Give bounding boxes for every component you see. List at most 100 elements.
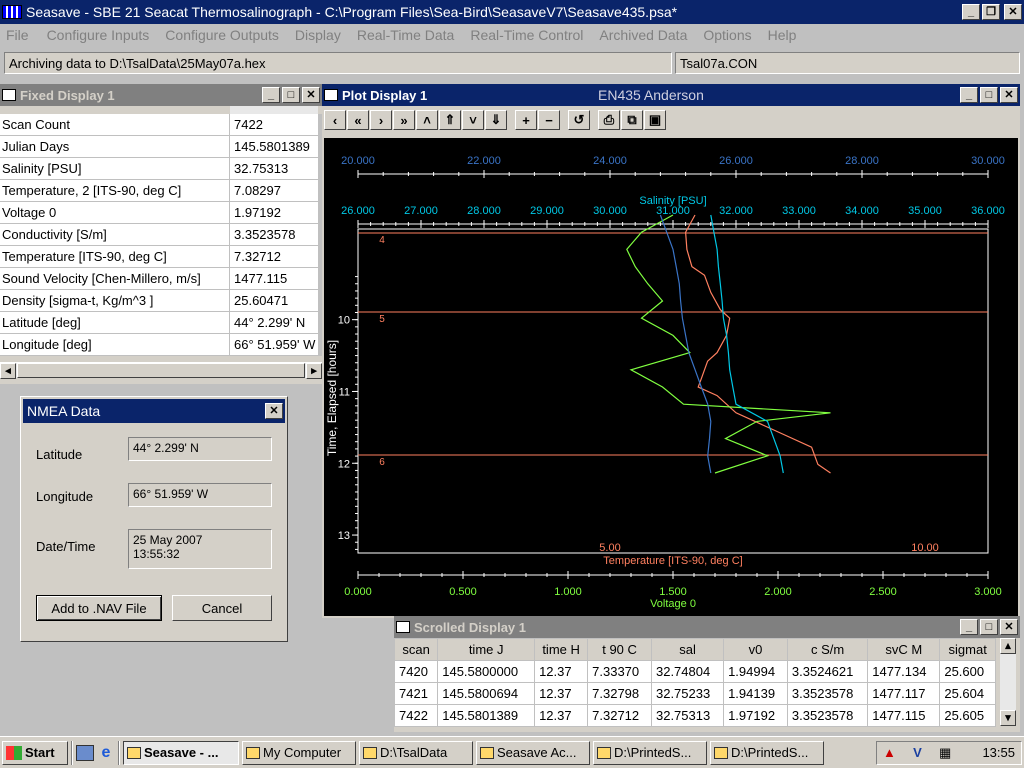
- nmea-dialog: NMEA Data ✕ Latitude 44° 2.299' N Longit…: [20, 396, 288, 642]
- menu-help[interactable]: Help: [768, 27, 797, 43]
- fixed-display-window: Fixed Display 1 _ □ ✕ Scan Count 7422 Juli…: [0, 84, 322, 384]
- horizontal-scrollbar[interactable]: ◂ ▸: [0, 362, 322, 379]
- scroll-left-icon[interactable]: ‹: [324, 110, 346, 130]
- plot-display-window: Plot Display 1 EN435 Anderson _ □ ✕ ‹ « …: [322, 84, 1020, 618]
- menu-file[interactable]: File: [6, 27, 29, 43]
- column-header[interactable]: time J: [437, 638, 536, 661]
- page-up-icon[interactable]: ⇑: [439, 110, 461, 130]
- add-to-nav-button[interactable]: Add to .NAV File: [36, 595, 162, 621]
- clock: 13:55: [982, 745, 1015, 760]
- system-tray: ▲ V ▦ 13:55: [876, 740, 1022, 765]
- close-icon[interactable]: ✕: [1004, 4, 1022, 20]
- table-cell: 1477.134: [867, 660, 941, 683]
- scroll-down-icon[interactable]: ▾: [1000, 710, 1016, 726]
- taskbar-item-label: D:\PrintedS...: [614, 745, 692, 760]
- scroll-down-icon[interactable]: ˅: [462, 110, 484, 130]
- table-cell: 1.94139: [723, 682, 788, 705]
- column-header[interactable]: t 90 C: [587, 638, 652, 661]
- taskbar-item[interactable]: D:\TsalData: [359, 740, 473, 765]
- scroll-right-icon[interactable]: ▸: [306, 363, 322, 379]
- table-cell: 25.600: [939, 660, 996, 683]
- quicklaunch-ie-icon[interactable]: e: [97, 744, 115, 762]
- close-icon[interactable]: ✕: [1000, 87, 1018, 103]
- page-left-icon[interactable]: «: [347, 110, 369, 130]
- taskbar-item[interactable]: D:\PrintedS...: [593, 740, 707, 765]
- cancel-button[interactable]: Cancel: [172, 595, 272, 621]
- zoom-in-icon[interactable]: +: [515, 110, 537, 130]
- field-label: Density [sigma-t, Kg/m^3 ]: [0, 290, 230, 311]
- menu-real-time-data[interactable]: Real-Time Data: [357, 27, 455, 43]
- fixed-display-row: Sound Velocity [Chen-Millero, m/s] 1477.1…: [0, 268, 322, 290]
- menu-real-time-control[interactable]: Real-Time Control: [470, 27, 583, 43]
- page-right-icon[interactable]: »: [393, 110, 415, 130]
- scroll-thumb[interactable]: [17, 363, 305, 378]
- menu-archived-data[interactable]: Archived Data: [599, 27, 687, 43]
- page-down-icon[interactable]: ⇓: [485, 110, 507, 130]
- app-title: Seasave - SBE 21 Seacat Thermosalinograp…: [26, 4, 678, 20]
- time-value: 13:55:32: [133, 547, 180, 561]
- column-header[interactable]: c S/m: [786, 638, 869, 661]
- column-header[interactable]: time H: [534, 638, 589, 661]
- field-label: Julian Days: [0, 136, 230, 157]
- maximize-icon[interactable]: □: [980, 87, 998, 103]
- table-cell: 7.33370: [587, 660, 652, 683]
- table-cell: 1.94994: [723, 660, 788, 683]
- y-tick-label: 13: [338, 530, 350, 542]
- scroll-right-icon[interactable]: ›: [370, 110, 392, 130]
- tray-display-icon[interactable]: ▦: [939, 745, 951, 761]
- restore-icon[interactable]: ❐: [982, 4, 1000, 20]
- tick-label: 29.000: [530, 205, 564, 217]
- vertical-scrollbar[interactable]: ▴ ▾: [1000, 638, 1016, 726]
- taskbar-item[interactable]: Seasave Ac...: [476, 740, 590, 765]
- column-header[interactable]: v0: [723, 638, 788, 661]
- tray-antivirus-icon[interactable]: V: [913, 745, 922, 760]
- longitude-label: Longitude: [36, 489, 94, 504]
- column-header[interactable]: scan: [393, 638, 439, 661]
- scroll-up-icon[interactable]: ˄: [416, 110, 438, 130]
- tick-label: 28.000: [467, 205, 501, 217]
- series-line: [659, 214, 712, 474]
- taskbar-item[interactable]: Seasave - ...: [123, 740, 239, 765]
- tick-label: 35.000: [908, 205, 942, 217]
- field-label: Scan Count: [0, 114, 230, 135]
- menu-bar: File Configure Inputs Configure Outputs Dis…: [0, 25, 1024, 45]
- zoom-out-icon[interactable]: −: [538, 110, 560, 130]
- close-icon[interactable]: ✕: [265, 403, 283, 419]
- menu-configure-inputs[interactable]: Configure Inputs: [47, 27, 150, 43]
- start-button[interactable]: Start: [2, 740, 68, 765]
- tick-label: 20.000: [341, 155, 375, 167]
- menu-options[interactable]: Options: [703, 27, 751, 43]
- taskbar-item[interactable]: My Computer: [242, 740, 356, 765]
- column-header[interactable]: sal: [650, 638, 725, 661]
- latitude-field: 44° 2.299' N: [128, 437, 272, 461]
- minimize-icon[interactable]: _: [262, 87, 280, 103]
- copy-icon[interactable]: ⧉: [621, 110, 643, 130]
- minimize-icon[interactable]: _: [960, 87, 978, 103]
- taskbar-item-label: Seasave - ...: [144, 745, 219, 760]
- windows-logo-icon: [6, 745, 22, 760]
- column-header[interactable]: sigmat: [939, 638, 996, 661]
- tray-network-icon[interactable]: ▲: [883, 745, 896, 760]
- menu-configure-outputs[interactable]: Configure Outputs: [165, 27, 279, 43]
- series-line: [684, 214, 831, 474]
- y-tick-label: 12: [338, 458, 350, 470]
- quicklaunch-desktop-icon[interactable]: [76, 744, 94, 761]
- table-cell: 145.5800000: [437, 660, 536, 683]
- scroll-up-icon[interactable]: ▴: [1000, 638, 1016, 654]
- scroll-left-icon[interactable]: ◂: [0, 363, 16, 379]
- close-icon[interactable]: ✕: [302, 87, 320, 103]
- table-cell: 145.5801389: [437, 704, 536, 727]
- table-cell: 12.37: [534, 682, 589, 705]
- minimize-icon[interactable]: _: [960, 619, 978, 635]
- save-icon[interactable]: ▣: [644, 110, 666, 130]
- print-icon[interactable]: ⎙: [598, 110, 620, 130]
- minimize-icon[interactable]: _: [962, 4, 980, 20]
- close-icon[interactable]: ✕: [1000, 619, 1018, 635]
- taskbar-item[interactable]: D:\PrintedS...: [710, 740, 824, 765]
- maximize-icon[interactable]: □: [980, 619, 998, 635]
- scrolled-table: scan time Jtime Ht 90 Csal v0 c S/m svC Msig…: [393, 638, 996, 727]
- undo-icon[interactable]: ↺: [568, 110, 590, 130]
- maximize-icon[interactable]: □: [282, 87, 300, 103]
- column-header[interactable]: svC M: [867, 638, 941, 661]
- menu-display[interactable]: Display: [295, 27, 341, 43]
